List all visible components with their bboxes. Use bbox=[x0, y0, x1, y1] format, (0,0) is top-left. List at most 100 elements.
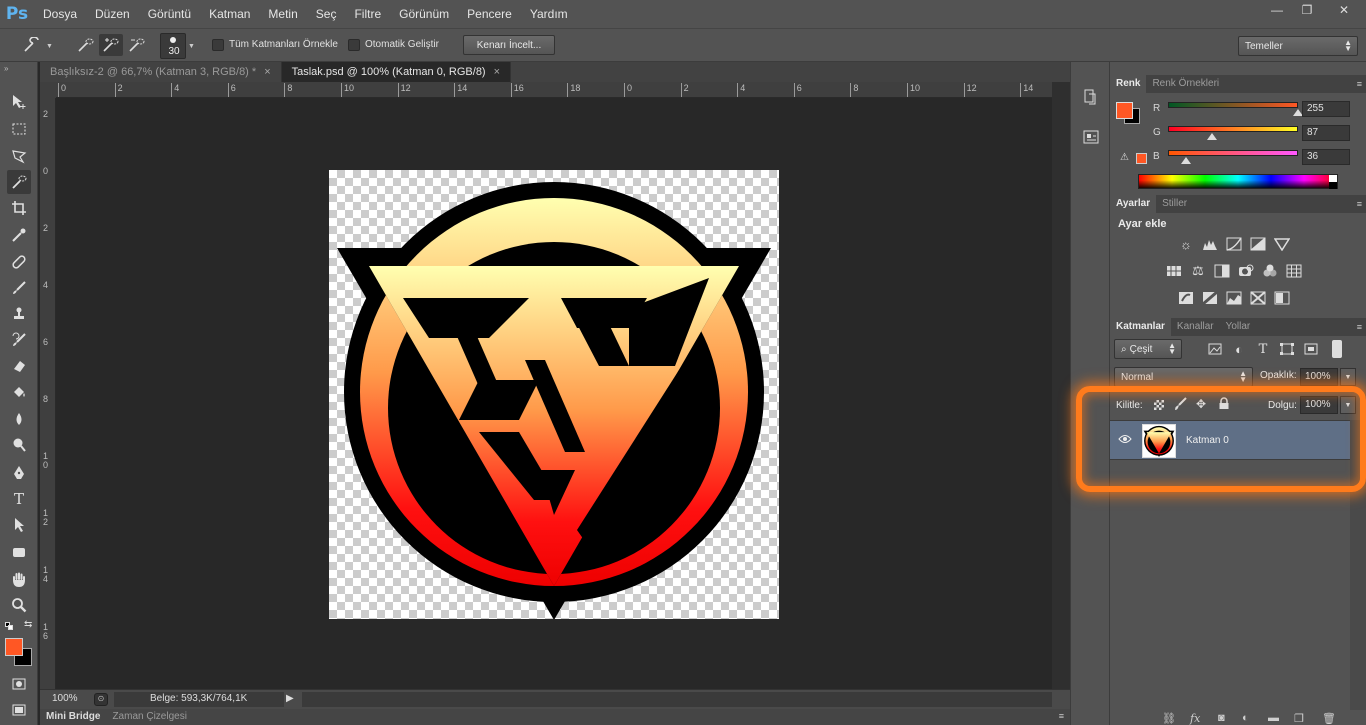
filter-adjustment-icon[interactable]: ◐ bbox=[1230, 340, 1248, 358]
layer-visibility-eye-icon[interactable] bbox=[1118, 433, 1132, 447]
menu-type[interactable]: Metin bbox=[259, 0, 306, 28]
rectangle-tool-icon[interactable] bbox=[7, 540, 31, 564]
bottom-panel-menu-icon[interactable]: ≡ bbox=[1059, 711, 1064, 721]
swap-colors-icon[interactable]: ⇆ bbox=[24, 619, 32, 630]
ruler-origin[interactable] bbox=[40, 82, 56, 98]
blur-tool-icon[interactable] bbox=[7, 407, 31, 431]
gamut-color-swatch[interactable] bbox=[1136, 153, 1147, 164]
document-canvas[interactable] bbox=[329, 170, 779, 619]
invert-icon[interactable] bbox=[1177, 289, 1195, 307]
link-layers-icon[interactable]: ⛓ bbox=[1162, 712, 1176, 725]
tab-taslak[interactable]: Taslak.psd @ 100% (Katman 0, RGB/8) × bbox=[281, 62, 512, 82]
properties-panel-icon[interactable] bbox=[1083, 128, 1099, 146]
layer-filter-select[interactable]: ⌕ Çeşit ▲ ▼ bbox=[1114, 339, 1182, 359]
tab-swatches[interactable]: Renk Örnekleri bbox=[1146, 75, 1225, 93]
menu-filter[interactable]: Filtre bbox=[345, 0, 390, 28]
color-panel-menu-icon[interactable]: ≡ bbox=[1357, 79, 1362, 89]
status-menu-icon[interactable]: ▶ bbox=[286, 693, 294, 704]
toolbar-collapse-icon[interactable]: » bbox=[4, 64, 8, 73]
lock-all-icon[interactable] bbox=[1218, 397, 1230, 413]
healing-brush-tool-icon[interactable] bbox=[7, 250, 31, 274]
menu-window[interactable]: Pencere bbox=[458, 0, 521, 28]
paint-bucket-tool-icon[interactable] bbox=[7, 380, 31, 404]
refine-edge-button[interactable]: Kenarı İncelt... bbox=[463, 35, 555, 55]
tab-paths[interactable]: Yollar bbox=[1220, 318, 1257, 336]
levels-icon[interactable] bbox=[1201, 235, 1219, 253]
color-lookup-icon[interactable] bbox=[1285, 262, 1303, 280]
zoom-tool-icon[interactable] bbox=[7, 593, 31, 617]
add-mask-icon[interactable]: ◙ bbox=[1218, 712, 1225, 724]
workspace-select[interactable]: Temeller ▲ ▼ bbox=[1238, 36, 1358, 56]
tab-timeline[interactable]: Zaman Çizelgesi bbox=[106, 709, 192, 725]
path-selection-tool-icon[interactable] bbox=[7, 513, 31, 537]
delete-layer-icon[interactable]: 🗑 bbox=[1322, 712, 1336, 725]
tab-close-icon[interactable]: × bbox=[494, 66, 500, 78]
tab-close-icon[interactable]: × bbox=[264, 66, 270, 78]
tab-color[interactable]: Renk bbox=[1110, 75, 1147, 93]
vertical-scrollbar[interactable] bbox=[1052, 82, 1070, 689]
minimize-button[interactable]: — bbox=[1262, 0, 1292, 20]
restore-button[interactable]: ❐ bbox=[1292, 0, 1322, 20]
layers-scrollbar[interactable] bbox=[1350, 420, 1366, 710]
horizontal-ruler[interactable]: 024681012141618024681012141618202224 bbox=[56, 82, 1052, 98]
tab-channels[interactable]: Kanallar bbox=[1171, 318, 1220, 336]
marquee-tool-icon[interactable] bbox=[7, 117, 31, 141]
tab-mini-bridge[interactable]: Mini Bridge bbox=[40, 709, 106, 725]
brightness-contrast-icon[interactable]: ☼ bbox=[1177, 235, 1195, 253]
r-slider[interactable] bbox=[1168, 102, 1298, 108]
lasso-tool-icon[interactable] bbox=[7, 144, 31, 168]
zoom-level[interactable]: 100% bbox=[52, 693, 78, 704]
g-slider-thumb[interactable] bbox=[1207, 133, 1218, 140]
fill-input[interactable]: 100% bbox=[1300, 396, 1338, 414]
lock-transparent-icon[interactable] bbox=[1154, 400, 1164, 410]
pen-tool-icon[interactable] bbox=[7, 461, 31, 485]
menu-select[interactable]: Seç bbox=[307, 0, 346, 28]
filter-smart-object-icon[interactable] bbox=[1302, 340, 1320, 358]
crop-tool-icon[interactable] bbox=[7, 196, 31, 220]
gamut-warning-icon[interactable]: ⚠ bbox=[1120, 152, 1129, 163]
canvas-area[interactable] bbox=[56, 98, 1052, 689]
b-slider-thumb[interactable] bbox=[1181, 157, 1192, 164]
vibrance-icon[interactable] bbox=[1273, 235, 1291, 253]
menu-help[interactable]: Yardım bbox=[521, 0, 577, 28]
selective-color-icon[interactable] bbox=[1273, 289, 1291, 307]
filter-pixel-icon[interactable] bbox=[1206, 340, 1224, 358]
share-icon[interactable]: ⊙ bbox=[94, 693, 108, 706]
vertical-ruler[interactable]: 2 0 2 4 6 8 1 0 1 2 1 4 1 6 bbox=[40, 98, 56, 689]
filter-toggle-icon[interactable] bbox=[1332, 340, 1342, 358]
adjustments-panel-menu-icon[interactable]: ≡ bbox=[1357, 199, 1362, 209]
tab-layers[interactable]: Katmanlar bbox=[1110, 318, 1171, 336]
dodge-tool-icon[interactable] bbox=[7, 433, 31, 457]
lock-position-icon[interactable]: ✥ bbox=[1196, 397, 1206, 411]
panel-fg-swatch[interactable] bbox=[1116, 102, 1133, 119]
b-slider[interactable] bbox=[1168, 150, 1298, 156]
clone-stamp-tool-icon[interactable] bbox=[7, 302, 31, 326]
black-white-icon[interactable] bbox=[1213, 262, 1231, 280]
auto-enhance-checkbox[interactable] bbox=[348, 39, 360, 51]
add-to-selection-icon[interactable] bbox=[99, 34, 123, 56]
blend-mode-select[interactable]: Normal ▲ ▼ bbox=[1114, 367, 1253, 387]
tab-adjustments[interactable]: Ayarlar bbox=[1110, 195, 1157, 213]
eyedropper-tool-icon[interactable] bbox=[7, 223, 31, 247]
subtract-from-selection-icon[interactable] bbox=[125, 34, 149, 56]
color-balance-icon[interactable]: ⚖ bbox=[1189, 262, 1207, 280]
threshold-icon[interactable] bbox=[1225, 289, 1243, 307]
menu-edit[interactable]: Düzen bbox=[86, 0, 139, 28]
quick-mask-icon[interactable] bbox=[7, 672, 31, 696]
new-selection-icon[interactable] bbox=[74, 34, 98, 56]
new-layer-icon[interactable]: ❐ bbox=[1294, 712, 1304, 725]
curves-icon[interactable] bbox=[1225, 235, 1243, 253]
brush-tool-icon[interactable] bbox=[7, 276, 31, 300]
filter-shape-icon[interactable] bbox=[1278, 340, 1296, 358]
photo-filter-icon[interactable] bbox=[1237, 262, 1255, 280]
new-group-icon[interactable]: ▬ bbox=[1268, 712, 1279, 724]
tab-untitled-2[interactable]: Başlıksız-2 @ 66,7% (Katman 3, RGB/8) * … bbox=[40, 62, 282, 82]
layers-panel-menu-icon[interactable]: ≡ bbox=[1357, 322, 1362, 332]
quick-selection-tool-icon[interactable] bbox=[7, 170, 31, 194]
layer-thumbnail[interactable] bbox=[1142, 424, 1176, 458]
preset-dropdown-icon[interactable]: ▼ bbox=[46, 43, 53, 50]
history-panel-icon[interactable] bbox=[1083, 88, 1099, 106]
layer-row-katman-0[interactable]: Katman 0 bbox=[1110, 420, 1350, 460]
brush-size-dropdown-icon[interactable]: ▼ bbox=[188, 43, 195, 50]
exposure-icon[interactable] bbox=[1249, 235, 1267, 253]
